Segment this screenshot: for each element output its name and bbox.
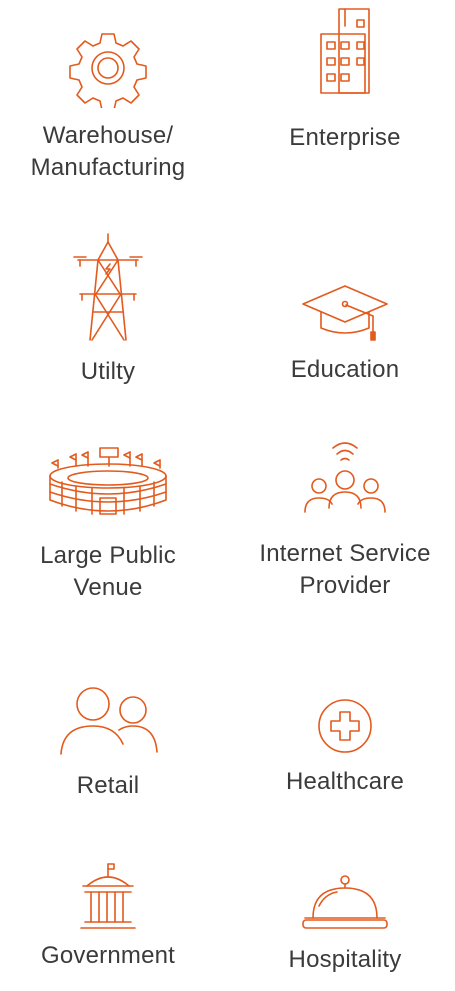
power-tower-icon xyxy=(8,232,208,342)
industry-label: Retail xyxy=(76,772,140,799)
government-building-icon xyxy=(8,862,208,932)
industry-label: Warehouse/ xyxy=(42,122,174,149)
industry-tile-enterprise[interactable]: Enterprise xyxy=(245,6,445,154)
office-building-icon xyxy=(245,6,445,96)
industry-label: Internet Service xyxy=(259,540,431,567)
industry-label-line2: Provider xyxy=(299,572,391,599)
industry-label: Utilty xyxy=(80,358,136,385)
industry-tile-warehouse[interactable]: Warehouse/ Manufacturing xyxy=(8,28,208,184)
industry-tile-isp[interactable]: Internet Service Provider xyxy=(245,440,445,602)
industry-tile-utility[interactable]: Utilty xyxy=(8,232,208,388)
industry-label: Government xyxy=(40,942,176,969)
industry-tile-healthcare[interactable]: Healthcare xyxy=(245,696,445,798)
industry-label: Enterprise xyxy=(289,124,401,151)
stadium-icon xyxy=(8,446,208,518)
industry-tile-hospitality[interactable]: Hospitality xyxy=(245,870,445,976)
graduation-cap-icon xyxy=(245,282,445,342)
industries-grid: Warehouse/ Manufacturing Enterprise Util… xyxy=(0,0,455,991)
industry-tile-education[interactable]: Education xyxy=(245,282,445,386)
gear-icon xyxy=(8,28,208,108)
industry-label: Large Public xyxy=(40,542,176,569)
service-bell-icon xyxy=(245,870,445,934)
medical-cross-icon xyxy=(245,696,445,756)
industry-tile-government[interactable]: Government xyxy=(8,862,208,972)
industry-tile-venue[interactable]: Large Public Venue xyxy=(8,446,208,604)
people-icon xyxy=(8,686,208,756)
industry-label: Education xyxy=(290,356,400,383)
industry-label: Healthcare xyxy=(285,768,405,795)
industry-label: Hospitality xyxy=(288,946,402,973)
industry-label-line2: Manufacturing xyxy=(30,154,186,181)
industry-label-line2: Venue xyxy=(73,574,143,601)
connected-people-icon xyxy=(245,440,445,520)
industry-tile-retail[interactable]: Retail xyxy=(8,686,208,802)
